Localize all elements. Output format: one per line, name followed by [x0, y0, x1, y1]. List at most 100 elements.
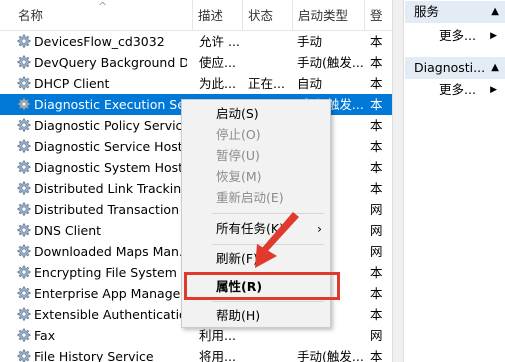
service-row[interactable]: DevQuery Background D... 使应... 手动(触发... 本	[0, 52, 392, 73]
column-header-logon-as[interactable]: 登	[364, 0, 392, 30]
service-name: DNS Client	[34, 223, 102, 238]
service-logon-as: 本	[370, 34, 383, 49]
service-status	[248, 346, 294, 362]
actions-more-selected[interactable]: 更多... ▶	[405, 80, 505, 100]
service-name: Diagnostic Execution Ser...	[34, 97, 187, 112]
annotation-highlight-box	[184, 272, 340, 300]
service-logon-as: 本	[370, 349, 383, 362]
menu-item-start-label: 启动(S)	[216, 106, 259, 121]
service-gear-icon	[16, 52, 32, 73]
menu-item-stop-label: 停止(O)	[216, 127, 261, 142]
column-header-logon-as-label: 登	[370, 8, 383, 23]
service-logon-as: 本	[370, 139, 383, 154]
menu-item-stop: 停止(O)	[182, 124, 330, 145]
service-status	[248, 52, 294, 73]
service-logon-as: 本	[370, 307, 383, 322]
service-row[interactable]: DevicesFlow_cd3032 允许 ... 手动 本	[0, 31, 392, 52]
service-logon-as: 本	[370, 118, 383, 133]
service-logon-as: 本	[370, 286, 383, 301]
service-description: 允许 ...	[199, 34, 240, 49]
service-description: 将用...	[199, 349, 236, 362]
service-status	[248, 31, 294, 52]
menu-separator	[212, 301, 324, 302]
actions-section-services-title: 服务	[414, 4, 440, 19]
service-gear-icon	[16, 304, 32, 325]
submenu-arrow-icon: ▶	[490, 31, 497, 41]
service-name: Fax	[34, 328, 56, 343]
service-gear-icon	[16, 283, 32, 304]
service-row[interactable]: DHCP Client 为此... 正在... 自动 本	[0, 73, 392, 94]
service-startup-type	[297, 325, 365, 346]
column-header-status[interactable]: 状态	[242, 0, 292, 30]
service-logon-as: 本	[370, 55, 383, 70]
service-gear-icon	[16, 115, 32, 136]
service-gear-icon	[16, 31, 32, 52]
service-name: DevicesFlow_cd3032	[34, 34, 165, 49]
service-name: Diagnostic Service Host	[34, 139, 183, 154]
service-logon-as: 本	[370, 76, 383, 91]
actions-section-selected-header[interactable]: Diagnosti... ▲	[405, 57, 505, 79]
menu-item-start[interactable]: 启动(S)	[182, 103, 330, 124]
service-startup-type: 手动(触发...	[297, 55, 364, 70]
service-gear-icon	[16, 178, 32, 199]
service-name: DHCP Client	[34, 76, 110, 91]
service-gear-icon	[16, 73, 32, 94]
service-name: DevQuery Background D...	[34, 55, 187, 70]
menu-item-restart: 重新启动(E)	[182, 187, 330, 208]
service-name: File History Service	[34, 349, 154, 362]
service-gear-icon	[16, 136, 32, 157]
column-header-description[interactable]: 描述	[192, 0, 242, 30]
service-gear-icon	[16, 262, 32, 283]
service-name: Extensible Authentication...	[34, 307, 187, 322]
service-description: 使应...	[199, 55, 236, 70]
service-row[interactable]: Fax 利用... 网	[0, 325, 392, 346]
pane-splitter[interactable]	[392, 0, 404, 362]
menu-item-pause: 暂停(U)	[182, 145, 330, 166]
actions-more-label: 更多...	[439, 82, 476, 97]
collapse-triangle-icon: ▲	[491, 6, 499, 17]
service-row[interactable]: File History Service 将用... 手动(触发... 本	[0, 346, 392, 362]
service-startup-type: 手动(触发...	[297, 349, 364, 362]
column-header-status-label: 状态	[248, 8, 274, 23]
column-header-description-label: 描述	[198, 8, 224, 23]
service-name: Diagnostic System Host	[34, 160, 184, 175]
column-header-name-label: 名称	[18, 8, 44, 23]
service-status: 正在...	[248, 76, 285, 91]
service-gear-icon	[16, 241, 32, 262]
actions-section-services-header[interactable]: 服务 ▲	[405, 1, 505, 23]
actions-more-label: 更多...	[439, 28, 476, 43]
submenu-chevron-icon: ›	[317, 221, 322, 236]
service-name: Downloaded Maps Man...	[34, 244, 187, 259]
menu-item-resume: 恢复(M)	[182, 166, 330, 187]
service-gear-icon	[16, 199, 32, 220]
column-header-startup-type-label: 启动类型	[298, 8, 349, 23]
service-name: Enterprise App Manage...	[34, 286, 187, 301]
service-gear-icon	[16, 157, 32, 178]
actions-more-services[interactable]: 更多... ▶	[405, 26, 505, 46]
service-name: Distributed Link Tracking	[34, 181, 187, 196]
service-name: Diagnostic Policy Service	[34, 118, 187, 133]
service-description: 利用...	[199, 328, 236, 343]
service-gear-icon	[16, 220, 32, 241]
service-name: Distributed Transaction C	[34, 202, 187, 217]
collapse-triangle-icon: ▲	[491, 62, 499, 73]
column-header-startup-type[interactable]: 启动类型	[292, 0, 364, 30]
submenu-arrow-icon: ▶	[490, 85, 497, 95]
menu-item-help[interactable]: 帮助(H)	[182, 305, 330, 326]
annotation-arrow-icon	[255, 212, 299, 268]
menu-item-help-label: 帮助(H)	[216, 308, 261, 323]
column-header-row: 名称 ^ 描述 状态 启动类型 登	[0, 0, 392, 31]
service-status	[248, 325, 294, 346]
service-gear-icon	[16, 325, 32, 346]
service-logon-as: 本	[370, 160, 383, 175]
actions-section-selected-title: Diagnosti...	[414, 60, 486, 75]
service-logon-as: 网	[370, 244, 383, 259]
service-logon-as: 本	[370, 181, 383, 196]
menu-item-pause-label: 暂停(U)	[216, 148, 260, 163]
menu-item-restart-label: 重新启动(E)	[216, 190, 284, 205]
service-description: 为此...	[199, 76, 236, 91]
sort-ascending-icon: ^	[98, 0, 108, 13]
column-header-name[interactable]: 名称	[0, 0, 192, 30]
service-startup-type: 自动	[297, 76, 323, 91]
service-logon-as: 网	[370, 328, 383, 343]
